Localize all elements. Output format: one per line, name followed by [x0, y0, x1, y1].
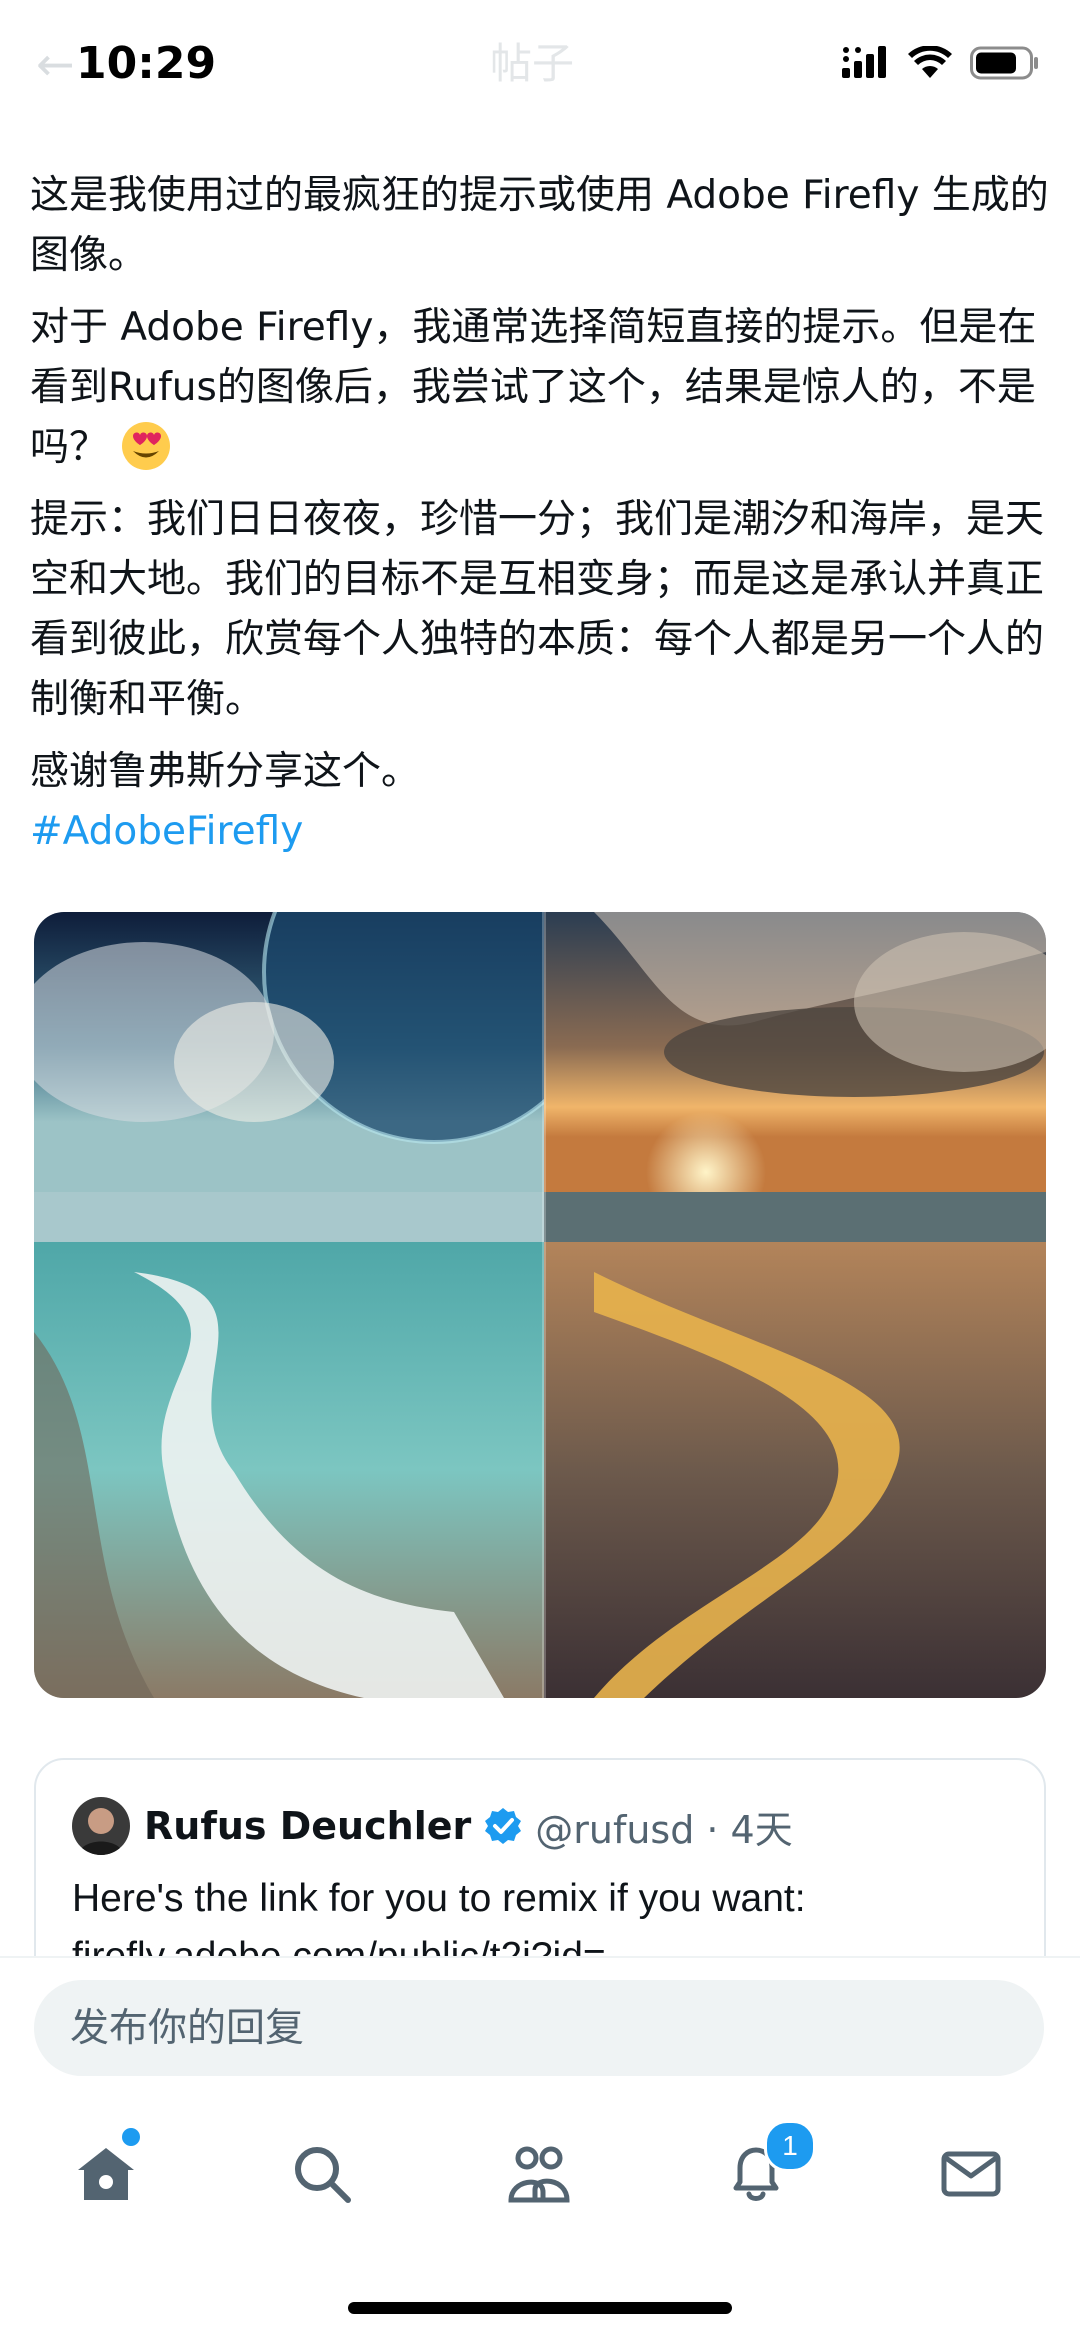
battery-icon: [970, 46, 1038, 80]
quoted-post-header: Rufus Deuchler @rufusd · 4天: [72, 1796, 793, 1856]
nav-communities[interactable]: [499, 2134, 579, 2214]
signal-icon: [842, 46, 886, 78]
home-indicator[interactable]: [348, 2302, 732, 2314]
nav-search[interactable]: [282, 2134, 362, 2214]
notification-count-badge: 1: [764, 2120, 816, 2172]
post-text: 这是我使用过的最疯狂的提示或使用 Adobe Firefly 生成的图像。 对于…: [30, 166, 1050, 874]
post-paragraph-4: 感谢鲁弗斯分享这个。: [30, 749, 421, 794]
search-icon: [295, 2147, 351, 2203]
verified-badge-icon: [485, 1808, 522, 1844]
messages-icon: [941, 2151, 1001, 2197]
home-icon: [78, 2148, 134, 2200]
post-paragraph-3: 提示：我们日日夜夜，珍惜一分；我们是潮汐和海岸，是天空和大地。我们的目标不是互相…: [30, 497, 1045, 722]
quoted-author-name[interactable]: Rufus Deuchler: [144, 1804, 471, 1848]
page-title: 帖子: [490, 39, 575, 88]
post-paragraph-1: 这是我使用过的最疯狂的提示或使用 Adobe Firefly 生成的图像。: [30, 173, 1049, 278]
status-icons: [842, 46, 1040, 80]
ai-landscape-image: [34, 912, 1046, 1698]
reply-bar: [0, 1956, 1080, 2078]
status-time: 10:29: [76, 38, 217, 89]
bottom-nav: 1: [0, 2076, 1080, 2338]
avatar[interactable]: [72, 1797, 130, 1855]
nav-messages[interactable]: [931, 2134, 1011, 2214]
communities-icon: [508, 2146, 570, 2203]
quoted-handle-time: @rufusd · 4天: [535, 1807, 793, 1852]
hashtag-link[interactable]: #AdobeFirefly: [30, 802, 1050, 862]
wifi-icon: [908, 46, 952, 78]
post-image[interactable]: [34, 912, 1046, 1698]
heart-eyes-emoji-icon: [122, 422, 171, 470]
back-arrow-icon[interactable]: ←: [36, 36, 75, 92]
post-paragraph-2: 对于 Adobe Firefly，我通常选择简短直接的提示。但是在看到Rufus…: [30, 298, 1050, 478]
home-unread-dot: [122, 2128, 140, 2146]
reply-input[interactable]: [34, 1980, 1044, 2076]
post-paragraph-2-text: 对于 Adobe Firefly，我通常选择简短直接的提示。但是在看到Rufus…: [30, 305, 1037, 470]
status-bar: ← 帖子 10:29: [0, 0, 1080, 126]
nav-home[interactable]: [66, 2134, 146, 2214]
